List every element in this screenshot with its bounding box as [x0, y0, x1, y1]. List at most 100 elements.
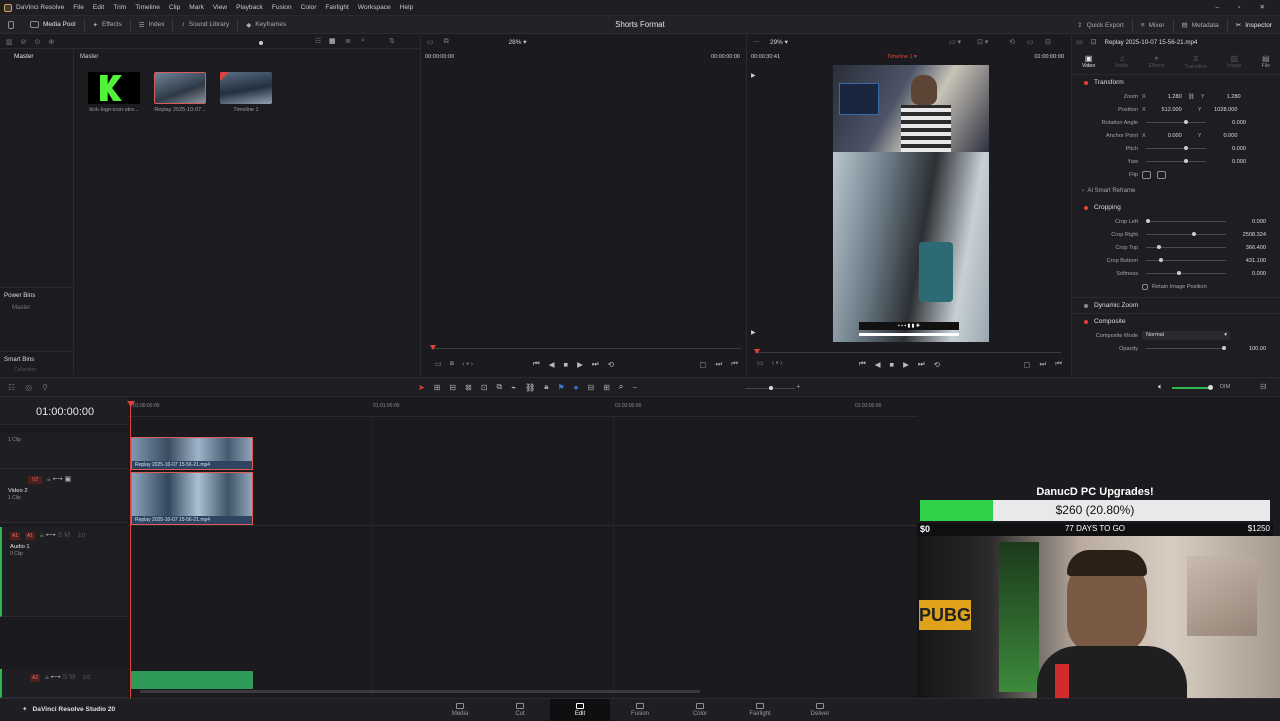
page-tab-deliver[interactable]: Deliver: [790, 699, 850, 721]
opacity-slider[interactable]: [1146, 346, 1226, 350]
yaw-field[interactable]: 0.000: [1210, 159, 1246, 165]
dim-button[interactable]: DIM: [1220, 384, 1230, 390]
playhead-handle[interactable]: [127, 401, 135, 407]
v2-track-selector[interactable]: V2: [28, 476, 42, 484]
filter-icon[interactable]: ⇅: [389, 37, 395, 45]
grid-view-icon[interactable]: ▦: [329, 37, 336, 45]
refresh-icon[interactable]: ⊕: [48, 38, 54, 46]
page-tab-fusion[interactable]: Fusion: [610, 699, 670, 721]
track-visibility-icon[interactable]: ▣: [65, 476, 72, 483]
softness-field[interactable]: 0.000: [1230, 271, 1266, 277]
flag-icon[interactable]: ⚑: [557, 383, 564, 392]
go-to-start-icon[interactable]: ⏮: [533, 359, 540, 369]
index-button[interactable]: ☰ Index: [131, 16, 173, 34]
opacity-field[interactable]: 100.00: [1230, 346, 1266, 352]
timeline-snap-icon[interactable]: ◎: [25, 383, 32, 392]
menu-mark[interactable]: Mark: [189, 4, 204, 11]
page-tab-cut[interactable]: Cut: [490, 699, 550, 721]
timeline-scrollbar[interactable]: [140, 690, 700, 693]
selection-tool-icon[interactable]: ➤: [418, 383, 425, 392]
timeline-clip-v3[interactable]: Replay 2025-10-07 15-56-21.mp4: [131, 437, 253, 470]
anchor-x-field[interactable]: 0.000: [1146, 133, 1182, 139]
close-icon[interactable]: ✕: [1259, 3, 1265, 11]
crop-left-field[interactable]: 0.000: [1230, 219, 1266, 225]
preview-frame[interactable]: ▪ ▪ ▪ ▮ ▮ ✚: [833, 65, 989, 342]
loop-icon[interactable]: ⟲: [934, 360, 940, 369]
track-name[interactable]: Audio 1: [2, 540, 128, 550]
yaw-slider[interactable]: [1146, 159, 1206, 163]
timeline-zoom-slider[interactable]: [745, 386, 795, 390]
power-bin-master[interactable]: Master: [12, 305, 30, 311]
tab-video[interactable]: ▣ Video: [1082, 54, 1095, 69]
viewer-menu-icon[interactable]: ⋯: [753, 38, 760, 46]
composite-mode-select[interactable]: Normal ▾: [1142, 331, 1230, 340]
inspector-layout-icon[interactable]: ▭: [1076, 38, 1083, 46]
master-volume-slider[interactable]: [1172, 385, 1213, 390]
inspector-button[interactable]: ✂ Inspector: [1228, 16, 1280, 34]
solo-icon[interactable]: S: [58, 532, 63, 539]
menu-trim[interactable]: Trim: [113, 4, 126, 11]
lock-icon[interactable]: 🔒︎: [47, 476, 51, 483]
menu-clip[interactable]: Clip: [169, 4, 180, 11]
menu-fusion[interactable]: Fusion: [272, 4, 292, 11]
jog-icon[interactable]: ‹ • ›: [462, 361, 473, 368]
lock-icon[interactable]: 🔒︎: [45, 674, 49, 681]
smart-bin-collection[interactable]: Collection: [14, 367, 36, 373]
volume-icon[interactable]: 🔈︎: [1158, 382, 1163, 392]
match-frame-icon[interactable]: ▢: [699, 360, 706, 369]
bypass-icon[interactable]: ⟲: [1009, 38, 1015, 46]
split-view-icon[interactable]: ⧉: [444, 38, 449, 46]
mark-icon[interactable]: ⏭: [1040, 359, 1047, 369]
crop-top-slider[interactable]: [1146, 245, 1226, 249]
position-lock-icon[interactable]: 🔒︎: [544, 382, 548, 392]
toolbar-grid-icon[interactable]: [0, 16, 22, 34]
media-pool-button[interactable]: Media Pool: [22, 16, 84, 34]
marker-icon[interactable]: ●: [574, 383, 579, 392]
ai-smart-reframe-section[interactable]: › AI Smart Reframe: [1072, 181, 1280, 200]
disabled-dot-icon[interactable]: [1084, 303, 1088, 308]
menu-color[interactable]: Color: [301, 4, 317, 11]
quick-export-button[interactable]: ⇪ Quick Export: [1069, 16, 1132, 34]
flip-vertical-icon[interactable]: [1157, 170, 1166, 179]
source-zoom[interactable]: 28% ▾: [509, 38, 527, 46]
position-x-field[interactable]: 512.000: [1146, 107, 1182, 113]
mark-in-out-icon[interactable]: ⏭: [716, 359, 723, 369]
stop-icon[interactable]: ■: [564, 360, 569, 369]
crop-bottom-slider[interactable]: [1146, 258, 1226, 262]
menu-file[interactable]: File: [73, 4, 84, 11]
play-reverse-icon[interactable]: ◀: [549, 360, 555, 369]
media-item[interactable]: Timeline 1: [216, 72, 276, 113]
crop-left-slider[interactable]: [1146, 219, 1226, 223]
page-tab-fairlight[interactable]: Fairlight: [730, 699, 790, 721]
track-name[interactable]: Video 2: [0, 484, 128, 494]
audio-output-icon[interactable]: ⊟: [1045, 38, 1051, 46]
replace-clip-icon[interactable]: ⧉: [497, 382, 503, 392]
menu-workspace[interactable]: Workspace: [358, 4, 391, 11]
mark-in-icon[interactable]: ▶: [751, 72, 756, 79]
search-icon[interactable]: ⌕: [361, 37, 365, 45]
auto-select-icon[interactable]: ⟷: [53, 476, 63, 483]
solo-icon[interactable]: S: [63, 674, 68, 681]
auto-select-icon[interactable]: ⟷: [51, 674, 61, 681]
link-icon[interactable]: ⛓: [1188, 94, 1195, 100]
match-frame-icon[interactable]: ▢: [1023, 360, 1030, 369]
menu-app[interactable]: DaVinci Resolve: [16, 4, 64, 11]
source-canvas[interactable]: [421, 63, 746, 343]
link-icon[interactable]: ⊙: [35, 38, 41, 46]
trim-tool-icon[interactable]: ⊞: [434, 383, 441, 392]
timeline-ruler[interactable]: 01:00:00:00 01:01:00:00 01:02:00:00 01:0…: [128, 397, 918, 417]
mixer-button[interactable]: ≡ Mixer: [1133, 16, 1173, 34]
mark-out-icon[interactable]: ▶: [751, 329, 756, 336]
mute-icon[interactable]: M: [64, 532, 70, 539]
tab-image[interactable]: ▨ Image: [1227, 54, 1241, 69]
flip-horizontal-icon[interactable]: [1142, 170, 1151, 179]
softness-slider[interactable]: [1146, 271, 1226, 275]
crop-right-field[interactable]: 2508.324: [1230, 232, 1266, 238]
keyframes-button[interactable]: ◆ Keyframes: [238, 16, 294, 34]
sound-library-button[interactable]: ♪ Sound Library: [173, 16, 237, 34]
a1-track-selector[interactable]: A1: [24, 532, 35, 540]
fullscreen-icon[interactable]: ▭: [1027, 38, 1034, 46]
clip-options-icon[interactable]: ⧇: [450, 360, 454, 368]
stop-icon[interactable]: ■: [890, 360, 895, 369]
maximize-icon[interactable]: ▫: [1238, 4, 1240, 11]
